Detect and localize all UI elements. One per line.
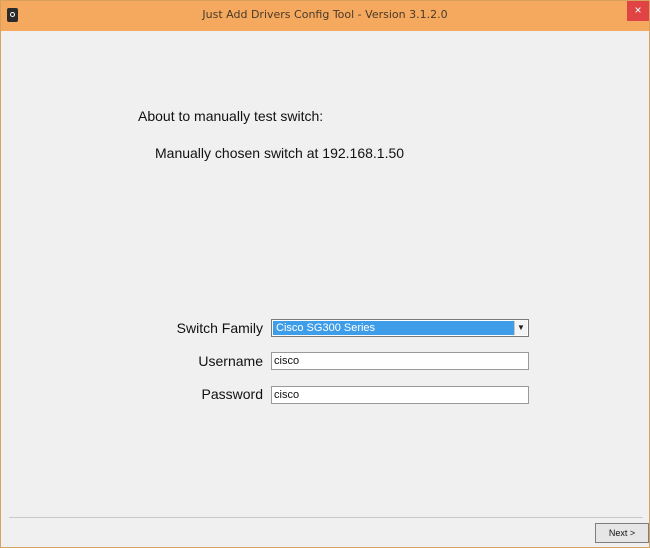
- switch-description: Manually chosen switch at 192.168.1.50: [155, 145, 405, 161]
- chevron-down-icon[interactable]: ▼: [514, 321, 527, 335]
- username-label: Username: [198, 353, 263, 369]
- username-field[interactable]: [271, 352, 529, 370]
- page-heading: About to manually test switch:: [138, 108, 324, 124]
- next-button[interactable]: Next >: [595, 523, 649, 543]
- switch-family-label: Switch Family: [176, 320, 263, 336]
- title-bar[interactable]: Just Add Drivers Config Tool - Version 3…: [1, 1, 649, 31]
- app-window: Just Add Drivers Config Tool - Version 3…: [0, 0, 650, 548]
- switch-family-select[interactable]: Cisco SG300 Series ▼: [271, 319, 529, 337]
- window-title: Just Add Drivers Config Tool - Version 3…: [202, 8, 448, 21]
- close-icon: ×: [634, 3, 642, 17]
- password-label: Password: [201, 386, 263, 402]
- footer-divider: [9, 517, 643, 518]
- close-button[interactable]: ×: [627, 1, 649, 21]
- password-field[interactable]: [271, 386, 529, 404]
- switch-family-selected-value: Cisco SG300 Series: [273, 321, 514, 335]
